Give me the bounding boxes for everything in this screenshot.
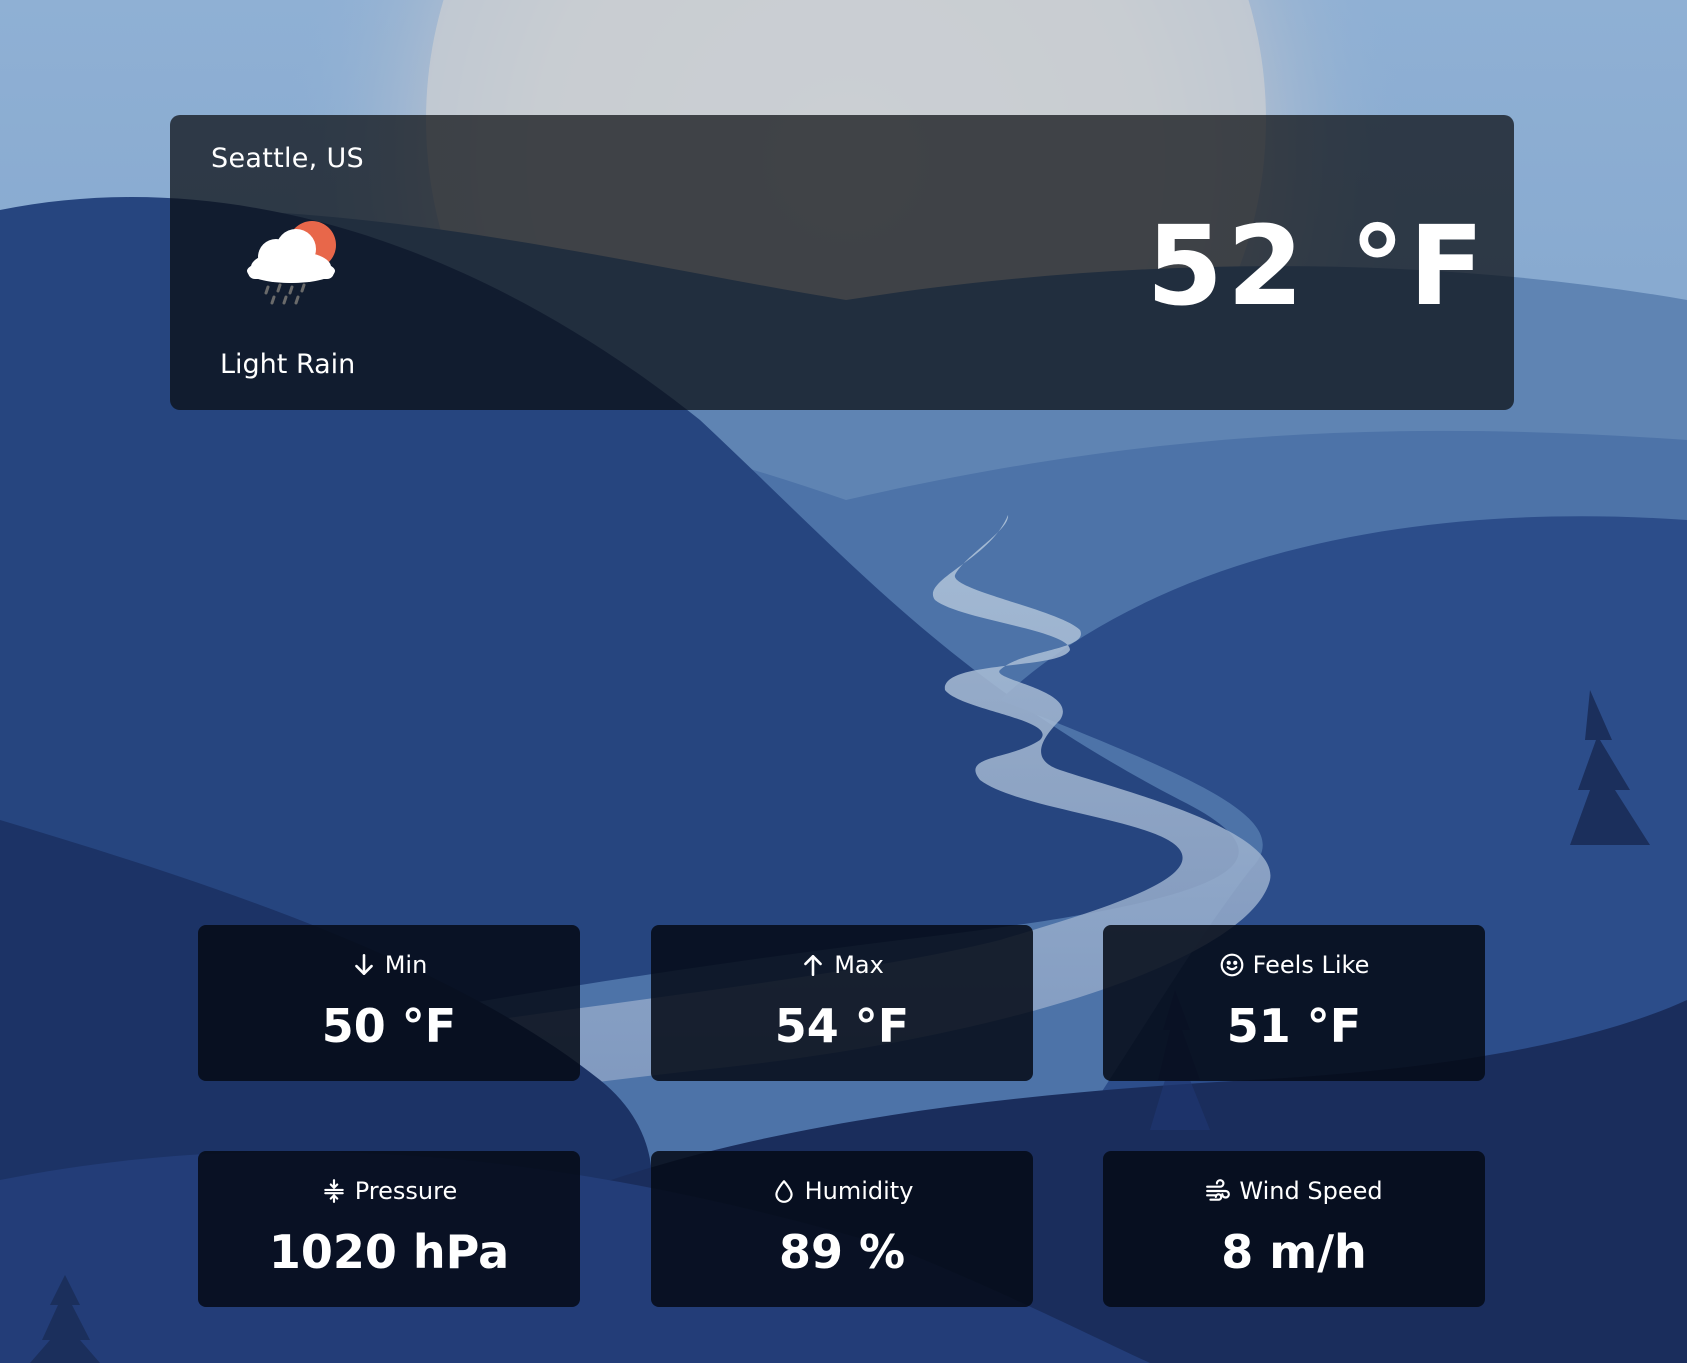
stat-card-wind-speed: Wind Speed 8 m/h: [1103, 1151, 1485, 1307]
pressure-icon: [324, 1179, 344, 1203]
arrow-down-icon: [354, 953, 373, 975]
stat-card-max: Max 54 °F: [651, 925, 1033, 1081]
stat-value-feels-like: 51 °F: [1226, 999, 1362, 1053]
smiley-icon: [1220, 953, 1244, 977]
stat-label-max: Max: [834, 951, 884, 979]
stat-value-max: 54 °F: [774, 999, 910, 1053]
cloud-rain-sun-icon: [247, 221, 336, 305]
stat-card-min: Min 50 °F: [198, 925, 580, 1081]
stat-label-humidity: Humidity: [804, 1177, 914, 1205]
location-label: Seattle, US: [211, 143, 364, 174]
stat-label-wind-speed: Wind Speed: [1239, 1177, 1383, 1205]
stat-card-pressure: Pressure 1020 hPa: [198, 1151, 580, 1307]
stat-value-humidity: 89 %: [778, 1225, 906, 1279]
stat-label-feels-like: Feels Like: [1252, 951, 1370, 979]
droplet-icon: [774, 1180, 793, 1203]
stat-label-min: Min: [384, 951, 428, 979]
wind-icon: [1206, 1179, 1231, 1201]
current-weather-card: Seattle, US Light Rain 52 °F: [170, 115, 1514, 410]
stat-card-humidity: Humidity 89 %: [651, 1151, 1033, 1307]
stat-card-feels-like: Feels Like 51 °F: [1103, 925, 1485, 1081]
stat-value-pressure: 1020 hPa: [268, 1225, 510, 1279]
condition-label: Light Rain: [220, 349, 356, 380]
stat-value-min: 50 °F: [321, 999, 457, 1053]
stat-label-pressure: Pressure: [354, 1177, 458, 1205]
arrow-up-icon: [804, 955, 823, 977]
current-temperature: 52 °F: [1146, 202, 1488, 330]
stat-value-wind-speed: 8 m/h: [1221, 1225, 1367, 1279]
